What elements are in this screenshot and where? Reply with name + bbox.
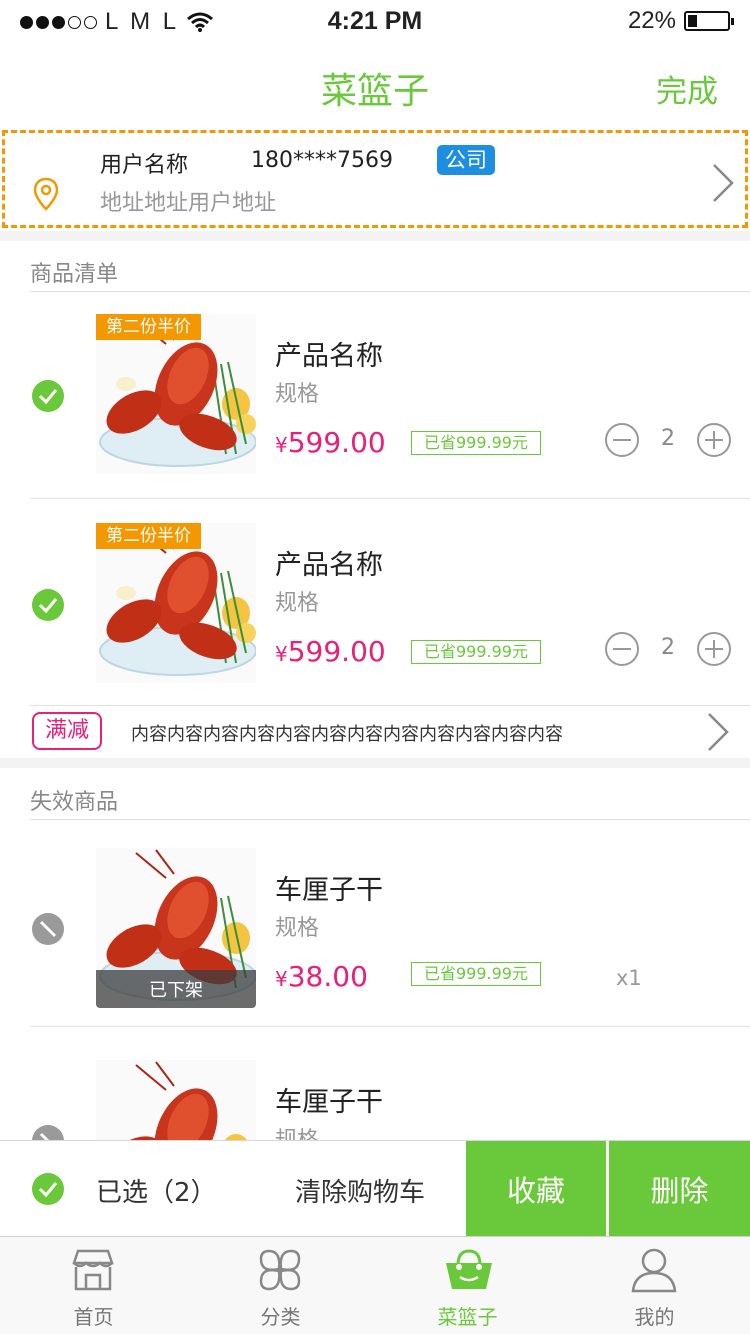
item-checkbox[interactable] — [32, 589, 64, 621]
plus-circle-icon[interactable] — [696, 631, 732, 667]
product-name: 车厘子干 — [275, 875, 383, 906]
tab-bar: 首页 分类 菜篮子 我的 — [0, 1236, 750, 1334]
delete-button[interactable]: 删除 — [609, 1141, 750, 1237]
promotion-row[interactable]: 满减 内容内容内容内容内容内容内容内容内容内容内容内容 — [0, 706, 750, 758]
plus-circle-icon[interactable] — [696, 422, 732, 458]
product-spec: 规格 — [275, 916, 320, 941]
selected-count: 已选（2） — [96, 1178, 217, 1208]
currency-symbol: ¥ — [275, 433, 288, 457]
price-value: 38.00 — [287, 960, 368, 993]
disabled-icon — [32, 913, 64, 945]
section-spacer — [0, 231, 750, 241]
minus-circle-icon[interactable] — [604, 631, 640, 667]
cart-section-title: 商品清单 — [30, 262, 119, 287]
tab-label: 菜篮子 — [437, 1305, 498, 1329]
price-value: 599.00 — [287, 635, 386, 668]
tab-label: 首页 — [73, 1305, 114, 1329]
nav-bar: 菜篮子 完成 — [0, 42, 750, 126]
battery-icon — [684, 11, 734, 31]
product-name[interactable]: 产品名称 — [275, 334, 383, 373]
product-name[interactable]: 产品名称 — [275, 543, 383, 582]
quantity-label: x1 — [616, 966, 642, 990]
invalid-item: 已下架 车厘子干 规格 ¥38.00 已省999.99元 x1 — [0, 826, 750, 1036]
chevron-right-icon — [713, 164, 734, 202]
store-icon — [72, 1249, 114, 1291]
divider — [30, 498, 750, 499]
clear-cart-button[interactable]: 清除购物车 — [295, 1172, 425, 1209]
cart-item: 第二份半价 产品名称 规格 ¥599.00 已省999.99元 2 — [0, 292, 750, 502]
checkmark-icon — [38, 1182, 58, 1198]
invalid-section-title: 失效商品 — [30, 790, 119, 815]
tab-home[interactable]: 首页 — [0, 1237, 187, 1334]
product-price: ¥599.00 — [275, 426, 386, 459]
battery-percent: 22% — [627, 7, 676, 34]
savings-badge: 已省999.99元 — [411, 640, 541, 664]
recipient-name: 用户名称 — [100, 153, 189, 178]
product-image[interactable]: 第二份半价 — [96, 314, 256, 474]
section-spacer — [0, 758, 750, 768]
user-icon — [631, 1248, 677, 1293]
recipient-phone: 180****7569 — [251, 148, 393, 173]
location-pin-icon — [33, 177, 59, 211]
product-price: ¥599.00 — [275, 635, 386, 668]
item-checkbox[interactable] — [32, 380, 64, 412]
cart-item: 第二份半价 产品名称 规格 ¥599.00 已省999.99元 2 — [0, 501, 750, 711]
product-image: 已下架 — [96, 848, 256, 1008]
product-image[interactable]: 第二份半价 — [96, 523, 256, 683]
product-name: 车厘子干 — [275, 1087, 383, 1118]
battery-status: 22% — [627, 7, 734, 35]
product-price: ¥38.00 — [275, 960, 368, 993]
checkmark-icon — [38, 598, 58, 614]
price-value: 599.00 — [287, 426, 386, 459]
divider — [30, 819, 750, 820]
select-all-checkbox[interactable] — [32, 1173, 64, 1205]
address-line: 地址地址用户地址 — [100, 191, 277, 216]
category-icon — [259, 1249, 301, 1291]
promo-ribbon: 第二份半价 — [96, 523, 201, 549]
tab-label: 我的 — [634, 1305, 675, 1329]
basket-icon — [446, 1249, 492, 1289]
delivery-address-card[interactable]: 用户名称 180****7569 公司 地址地址用户地址 — [2, 130, 748, 228]
tab-profile[interactable]: 我的 — [561, 1237, 748, 1334]
quantity-value: 2 — [661, 635, 675, 660]
quantity-value: 2 — [661, 426, 675, 451]
savings-badge: 已省999.99元 — [411, 431, 541, 455]
currency-symbol: ¥ — [275, 967, 288, 991]
currency-symbol: ¥ — [275, 642, 288, 666]
status-bar: L M L 4:21 PM 22% — [0, 0, 750, 42]
favorite-button[interactable]: 收藏 — [466, 1141, 606, 1237]
checkmark-icon — [38, 389, 58, 405]
promotion-badge: 满减 — [32, 712, 102, 750]
done-button[interactable]: 完成 — [656, 66, 718, 111]
off-shelf-label: 已下架 — [96, 970, 256, 1008]
tab-label: 分类 — [260, 1305, 301, 1329]
cart-action-bar: 已选（2） 清除购物车 收藏 删除 — [0, 1140, 750, 1237]
product-spec: 规格 — [275, 382, 320, 407]
product-spec: 规格 — [275, 591, 320, 616]
divider — [30, 1026, 750, 1027]
tab-category[interactable]: 分类 — [187, 1237, 374, 1334]
tab-basket[interactable]: 菜篮子 — [374, 1237, 561, 1334]
page-title: 菜篮子 — [320, 71, 429, 112]
address-tag-badge: 公司 — [437, 145, 495, 175]
minus-circle-icon[interactable] — [604, 422, 640, 458]
chevron-right-icon — [708, 713, 729, 751]
promo-ribbon: 第二份半价 — [96, 314, 201, 340]
savings-badge: 已省999.99元 — [411, 962, 541, 986]
promotion-text: 内容内容内容内容内容内容内容内容内容内容内容内容 — [131, 724, 563, 745]
